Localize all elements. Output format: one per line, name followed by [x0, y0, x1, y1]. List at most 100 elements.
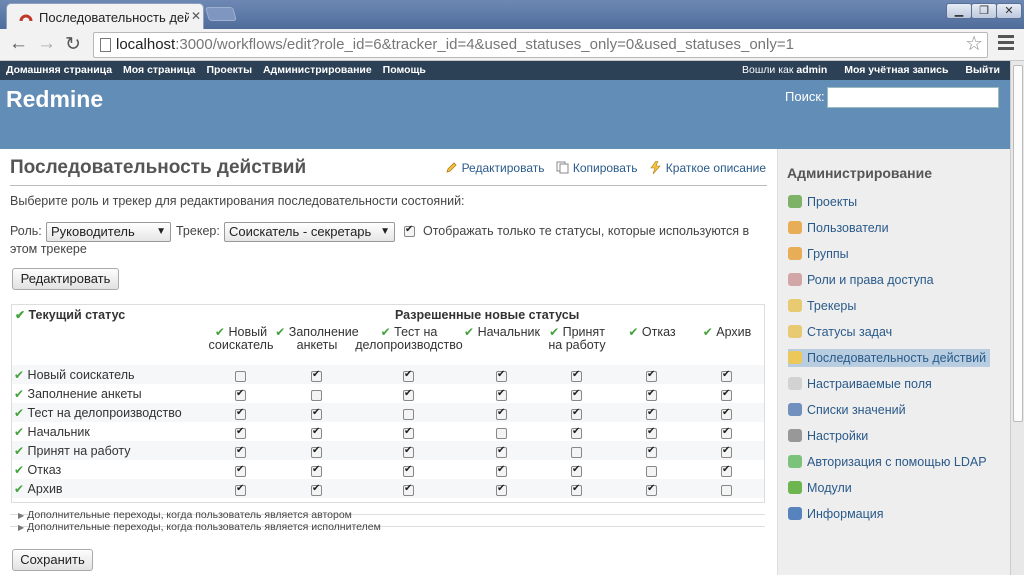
transition-checkbox[interactable]: [311, 390, 322, 401]
transition-checkbox[interactable]: [235, 483, 246, 496]
transition-checkbox[interactable]: [721, 407, 732, 420]
check-icon[interactable]: ✔: [14, 387, 24, 401]
maximize-button[interactable]: ❐: [971, 3, 997, 19]
scrollbar[interactable]: [1010, 61, 1024, 575]
transition-checkbox[interactable]: [403, 369, 414, 382]
minimize-button[interactable]: ▁: [946, 3, 972, 19]
check-icon[interactable]: ✔: [549, 325, 559, 339]
check-icon[interactable]: ✔: [14, 444, 24, 458]
sidebar-item[interactable]: Проекты: [788, 193, 857, 211]
check-icon[interactable]: ✔: [14, 425, 24, 439]
transition-checkbox[interactable]: [403, 445, 414, 458]
check-icon[interactable]: ✔: [14, 482, 24, 496]
sidebar-item[interactable]: Настраиваемые поля: [788, 375, 932, 393]
transition-checkbox[interactable]: [571, 426, 582, 439]
transition-checkbox[interactable]: [235, 371, 246, 382]
transition-checkbox[interactable]: [571, 407, 582, 420]
logout-link[interactable]: Выйти: [965, 64, 1000, 76]
transition-checkbox[interactable]: [311, 426, 322, 439]
edit-link[interactable]: Редактировать: [462, 161, 545, 175]
search-input[interactable]: [827, 87, 999, 108]
transition-checkbox[interactable]: [571, 483, 582, 496]
sidebar-item[interactable]: Настройки: [788, 427, 868, 445]
transition-checkbox[interactable]: [496, 483, 507, 496]
transition-checkbox[interactable]: [646, 466, 657, 477]
tracker-select[interactable]: Соискатель - секретарь ▼: [224, 222, 395, 242]
transition-checkbox[interactable]: [721, 485, 732, 496]
copy-link[interactable]: Копировать: [573, 161, 638, 175]
transition-checkbox[interactable]: [496, 464, 507, 477]
transition-checkbox[interactable]: [403, 426, 414, 439]
scrollbar-thumb[interactable]: [1013, 65, 1023, 422]
logged-user-link[interactable]: admin: [796, 64, 827, 76]
transition-checkbox[interactable]: [496, 428, 507, 439]
transition-checkbox[interactable]: [311, 369, 322, 382]
transition-checkbox[interactable]: [235, 426, 246, 439]
transition-checkbox[interactable]: [311, 407, 322, 420]
transition-checkbox[interactable]: [571, 388, 582, 401]
sidebar-item[interactable]: Трекеры: [788, 297, 856, 315]
summary-link[interactable]: Краткое описание: [666, 161, 766, 175]
browser-menu-icon[interactable]: [998, 35, 1014, 53]
my-account-link[interactable]: Моя учётная запись: [844, 64, 948, 76]
check-icon[interactable]: ✔: [275, 325, 285, 339]
forward-icon[interactable]: →: [37, 33, 56, 55]
transition-checkbox[interactable]: [403, 388, 414, 401]
transition-checkbox[interactable]: [311, 445, 322, 458]
transition-checkbox[interactable]: [496, 407, 507, 420]
new-tab-button[interactable]: [205, 7, 237, 21]
top-menu-administration[interactable]: Администрирование: [263, 64, 372, 76]
bookmark-star-icon[interactable]: ☆: [965, 32, 983, 56]
check-icon[interactable]: ✔: [14, 463, 24, 477]
check-icon[interactable]: ✔: [381, 325, 391, 339]
transition-checkbox[interactable]: [571, 369, 582, 382]
check-icon[interactable]: ✔: [703, 325, 713, 339]
transition-checkbox[interactable]: [721, 464, 732, 477]
transition-checkbox[interactable]: [496, 445, 507, 458]
back-icon[interactable]: ←: [9, 33, 28, 55]
sidebar-item[interactable]: Группы: [788, 245, 849, 263]
transition-checkbox[interactable]: [403, 464, 414, 477]
transition-checkbox[interactable]: [235, 464, 246, 477]
sidebar-item[interactable]: Последовательность действий: [788, 349, 991, 367]
transition-checkbox[interactable]: [235, 407, 246, 420]
sidebar-item[interactable]: Роли и права доступа: [788, 271, 934, 289]
transition-checkbox[interactable]: [646, 483, 657, 496]
transition-checkbox[interactable]: [311, 483, 322, 496]
role-select[interactable]: Руководитель ▼: [46, 222, 171, 242]
only-used-checkbox[interactable]: [404, 224, 415, 237]
app-title[interactable]: Redmine: [6, 86, 103, 113]
check-icon[interactable]: ✔: [215, 325, 225, 339]
top-menu-my-page[interactable]: Моя страница: [123, 64, 196, 76]
transition-checkbox[interactable]: [721, 426, 732, 439]
author-transitions-toggle[interactable]: ▶ Дополнительные переходы, когда пользова…: [18, 509, 352, 521]
sidebar-item[interactable]: Списки значений: [788, 401, 906, 419]
transition-checkbox[interactable]: [571, 447, 582, 458]
sidebar-item[interactable]: Авторизация с помощью LDAP: [788, 453, 987, 471]
sidebar-item[interactable]: Пользователи: [788, 219, 889, 237]
reload-icon[interactable]: ↻: [65, 33, 81, 56]
transition-checkbox[interactable]: [721, 388, 732, 401]
close-window-button[interactable]: ✕: [996, 3, 1022, 19]
sidebar-item[interactable]: Модули: [788, 479, 852, 497]
check-icon[interactable]: ✔: [14, 406, 24, 420]
top-menu-projects[interactable]: Проекты: [206, 64, 252, 76]
transition-checkbox[interactable]: [646, 426, 657, 439]
sidebar-item[interactable]: Информация: [788, 505, 884, 523]
transition-checkbox[interactable]: [646, 407, 657, 420]
check-icon[interactable]: ✔: [464, 325, 474, 339]
top-menu-help[interactable]: Помощь: [383, 64, 426, 76]
transition-checkbox[interactable]: [646, 388, 657, 401]
edit-button[interactable]: Редактировать: [12, 268, 119, 290]
tab-close-icon[interactable]: ✕: [191, 9, 201, 23]
transition-checkbox[interactable]: [646, 445, 657, 458]
transition-checkbox[interactable]: [721, 369, 732, 382]
assignee-transitions-toggle[interactable]: ▶ Дополнительные переходы, когда пользова…: [18, 521, 381, 533]
sidebar-item[interactable]: Статусы задач: [788, 323, 892, 341]
top-menu-home[interactable]: Домашняя страница: [6, 64, 112, 76]
transition-checkbox[interactable]: [646, 369, 657, 382]
transition-checkbox[interactable]: [403, 409, 414, 420]
transition-checkbox[interactable]: [496, 388, 507, 401]
transition-checkbox[interactable]: [235, 445, 246, 458]
transition-checkbox[interactable]: [403, 483, 414, 496]
